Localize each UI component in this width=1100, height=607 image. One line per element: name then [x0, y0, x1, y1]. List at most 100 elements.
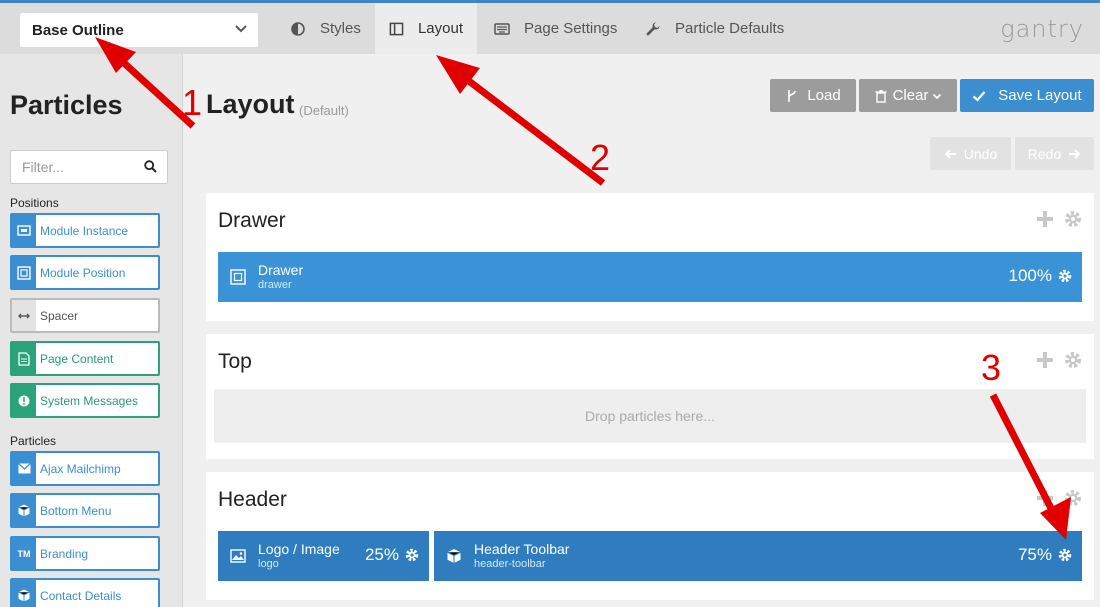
undo-button[interactable]: Undo [930, 137, 1011, 170]
branch-icon [788, 89, 797, 102]
filter-input[interactable] [11, 151, 131, 183]
particle-label: Contact Details [40, 588, 122, 603]
tab-styles[interactable]: Styles [276, 3, 375, 54]
tab-label: Styles [320, 20, 361, 37]
section-controls [1036, 210, 1082, 228]
arrows-horizontal-icon [12, 300, 36, 331]
image-icon [230, 549, 246, 563]
block-name: Drawer [258, 262, 304, 278]
check-icon [973, 90, 986, 102]
particle-label: Bottom Menu [40, 503, 112, 518]
block-width-percent: 25% [364, 545, 399, 564]
section-controls [1036, 351, 1082, 369]
particle-spacer[interactable]: Spacer [10, 298, 160, 333]
chevron-down-icon [235, 25, 247, 33]
section-title: Top [218, 350, 252, 373]
particle-ajax-mailchimp[interactable]: Ajax Mailchimp [10, 451, 160, 486]
module-instance-icon [12, 215, 36, 246]
block-subtitle: logo [258, 557, 279, 570]
load-button[interactable]: Load [770, 79, 856, 112]
section-header: Header Logo / Image logo 25% Header Tool… [206, 472, 1094, 600]
particle-system-messages[interactable]: System Messages [10, 383, 160, 418]
particle-block-drawer[interactable]: Drawer drawer 100% [218, 252, 1082, 302]
tab-page-settings[interactable]: Page Settings [480, 3, 631, 54]
keyboard-icon [494, 22, 510, 35]
block-width-percent: 100% [1008, 266, 1052, 285]
arrow-right-icon [1069, 148, 1081, 159]
save-layout-button[interactable]: Save Layout [960, 79, 1094, 112]
clear-button[interactable]: Clear [859, 79, 957, 112]
particle-module-instance[interactable]: Module Instance [10, 213, 160, 248]
cube-icon [447, 549, 461, 563]
plus-icon[interactable] [1036, 210, 1054, 228]
drop-zone[interactable]: Drop particles here... [214, 389, 1086, 443]
particle-block-header-toolbar[interactable]: Header Toolbar header-toolbar 75% [434, 531, 1082, 581]
redo-label: Redo [1027, 145, 1062, 162]
filter-field[interactable] [10, 150, 168, 184]
tm-icon: TM [12, 538, 36, 569]
section-title: Drawer [218, 209, 286, 232]
tab-layout[interactable]: Layout [375, 3, 477, 54]
gantry-logo: gantry [1000, 15, 1084, 43]
load-label: Load [807, 87, 841, 104]
gear-icon[interactable] [1064, 210, 1082, 228]
clear-label: Clear [892, 87, 929, 104]
annotation-label-1: 1 [182, 82, 203, 123]
page-title: Layout [206, 89, 295, 119]
block-width-percent: 75% [1017, 545, 1052, 564]
block-name: Header Toolbar [474, 541, 570, 557]
particle-label: Page Content [40, 351, 114, 366]
annotation-arrow-2 [436, 55, 606, 186]
module-position-icon [230, 269, 246, 285]
cube-icon [12, 495, 36, 526]
gear-icon[interactable] [1064, 489, 1082, 507]
gear-icon[interactable] [405, 548, 419, 562]
chevron-down-icon [933, 93, 942, 99]
top-bar: Base Outline Styles Layout Page Settings… [0, 0, 1100, 54]
block-subtitle: drawer [258, 278, 292, 291]
outline-select[interactable]: Base Outline [20, 13, 258, 47]
info-icon [12, 385, 36, 416]
section-title: Header [218, 488, 287, 511]
cube-icon [12, 580, 36, 607]
section-top: Top Drop particles here... [206, 334, 1094, 459]
contrast-icon [291, 21, 305, 36]
particle-module-position[interactable]: Module Position [10, 255, 160, 290]
annotation-label-2: 2 [590, 137, 611, 178]
particle-label: Branding [40, 546, 89, 561]
arrow-left-icon [944, 148, 956, 159]
particle-label: Spacer [40, 308, 79, 323]
tab-label: Page Settings [524, 20, 618, 37]
particle-label: System Messages [40, 393, 139, 408]
particle-label: Module Instance [40, 223, 129, 238]
document-icon [12, 343, 36, 374]
annotation-label-3: 3 [981, 347, 1002, 388]
particle-block-logo[interactable]: Logo / Image logo 25% [218, 531, 429, 581]
trash-icon [875, 89, 887, 103]
save-layout-label: Save Layout [998, 87, 1082, 104]
tab-particle-defaults[interactable]: Particle Defaults [631, 3, 798, 54]
gear-icon[interactable] [1058, 548, 1072, 562]
particle-label: Ajax Mailchimp [40, 461, 121, 476]
particles-label: Particles [10, 434, 57, 448]
section-drawer: Drawer Drawer drawer 100% [206, 193, 1094, 321]
undo-label: Undo [963, 145, 998, 162]
particle-label: Module Position [40, 265, 126, 280]
positions-label: Positions [10, 196, 59, 210]
section-controls [1036, 489, 1082, 507]
gear-icon[interactable] [1058, 269, 1072, 283]
block-name: Logo / Image [258, 541, 340, 557]
gear-icon[interactable] [1064, 351, 1082, 369]
particle-contact-details[interactable]: Contact Details [10, 578, 160, 607]
redo-button[interactable]: Redo [1015, 137, 1094, 170]
plus-icon[interactable] [1036, 489, 1054, 507]
particle-bottom-menu[interactable]: Bottom Menu [10, 493, 160, 528]
particle-page-content[interactable]: Page Content [10, 341, 160, 376]
sidebar-title: Particles [10, 90, 123, 120]
envelope-icon [12, 453, 36, 484]
tab-label: Layout [417, 20, 463, 37]
search-icon[interactable] [144, 160, 157, 173]
module-position-icon [12, 257, 36, 288]
plus-icon[interactable] [1036, 351, 1054, 369]
particle-branding[interactable]: TM Branding [10, 536, 160, 571]
